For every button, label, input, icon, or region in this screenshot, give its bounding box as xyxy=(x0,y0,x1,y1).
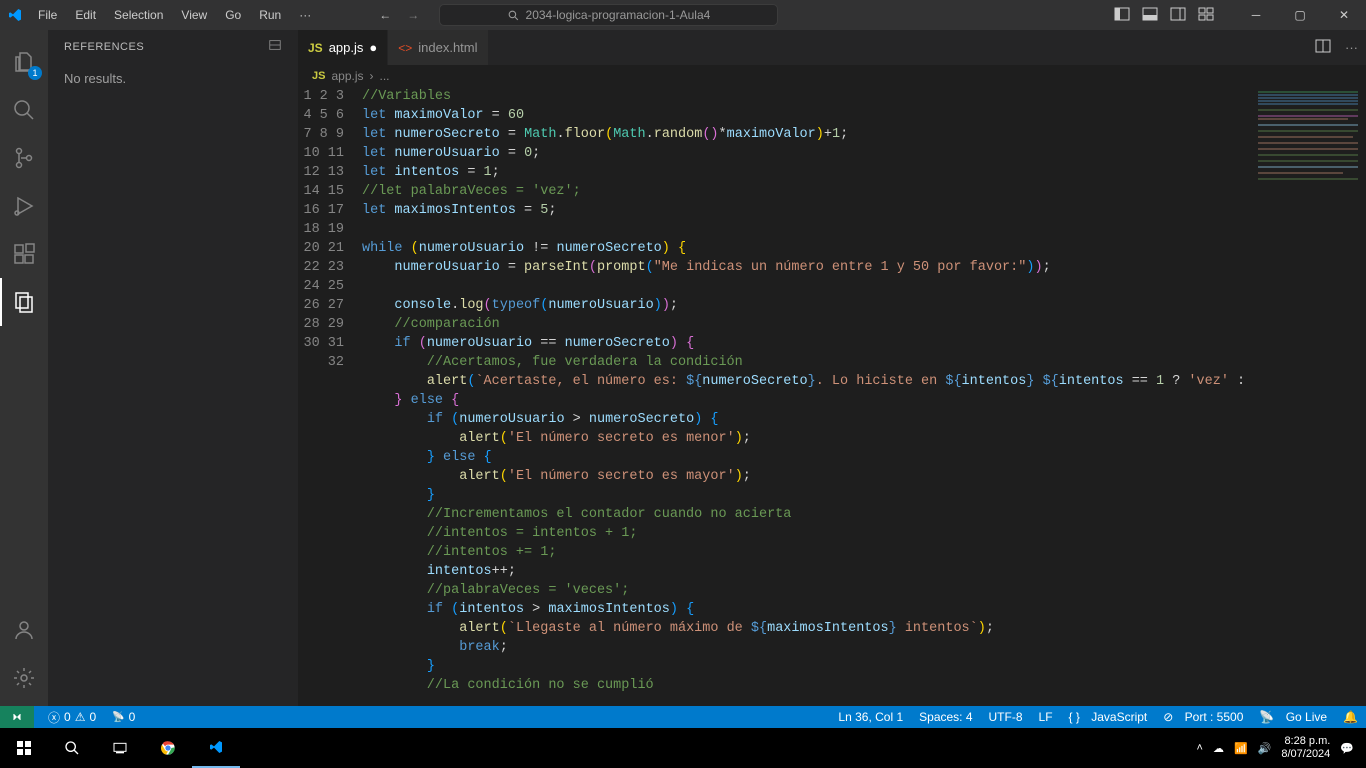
js-file-icon: JS xyxy=(308,41,323,55)
titlebar: File Edit Selection View Go Run ··· ← → … xyxy=(0,0,1366,30)
sidebar-body: No results. xyxy=(48,63,298,94)
broadcast-icon: 📡 xyxy=(1259,710,1274,724)
broadcast-icon: ⊘ xyxy=(1163,710,1173,724)
remote-indicator[interactable] xyxy=(0,706,34,728)
tray-onedrive-icon[interactable]: ☁ xyxy=(1213,742,1224,755)
maximize-button[interactable]: ▢ xyxy=(1278,0,1322,30)
more-actions-icon[interactable]: ··· xyxy=(1345,40,1358,55)
windows-taskbar: ˄ ☁ 📶 🔊 8:28 p.m. 8/07/2024 💬 xyxy=(0,728,1366,768)
chrome-icon[interactable] xyxy=(144,728,192,768)
tab-label: app.js xyxy=(329,40,364,55)
warning-icon: ⚠ xyxy=(75,710,86,724)
menu-overflow-icon[interactable]: ··· xyxy=(291,4,319,26)
tray-chevron-icon[interactable]: ˄ xyxy=(1197,742,1203,754)
sidebar-panel: REFERENCES No results. xyxy=(48,30,298,706)
menu-go[interactable]: Go xyxy=(217,4,249,26)
editor-tabs: JS app.js ● <> index.html ··· xyxy=(298,30,1366,65)
settings-icon[interactable] xyxy=(0,654,48,702)
code-editor[interactable]: //Variables let maximoValor = 60 let num… xyxy=(362,87,1246,706)
eol[interactable]: LF xyxy=(1031,710,1061,724)
activity-bar: 1 xyxy=(0,30,48,706)
start-button[interactable] xyxy=(0,728,48,768)
nav-back-icon[interactable]: ← xyxy=(379,8,391,22)
references-icon[interactable] xyxy=(0,278,48,326)
radio-icon: 📡 xyxy=(112,712,124,723)
collapse-icon[interactable] xyxy=(268,38,282,55)
breadcrumb-file: app.js xyxy=(331,69,363,83)
breadcrumb[interactable]: JS app.js › ... xyxy=(298,65,1366,87)
breadcrumb-more: ... xyxy=(380,69,390,83)
task-view-icon[interactable] xyxy=(96,728,144,768)
menu-selection[interactable]: Selection xyxy=(106,4,171,26)
unsaved-indicator-icon: ● xyxy=(369,40,377,55)
main-menu: File Edit Selection View Go Run ··· xyxy=(30,4,319,26)
split-editor-icon[interactable] xyxy=(1315,38,1331,57)
explorer-icon[interactable]: 1 xyxy=(0,38,48,86)
search-icon[interactable] xyxy=(0,86,48,134)
search-text: 2034-logica-programacion-1-Aula4 xyxy=(526,8,711,22)
minimap[interactable] xyxy=(1246,87,1366,706)
layout-controls xyxy=(1114,6,1214,25)
command-center[interactable]: 2034-logica-programacion-1-Aula4 xyxy=(439,4,777,26)
tray-clock[interactable]: 8:28 p.m. 8/07/2024 xyxy=(1281,735,1330,761)
statusbar: ⓧ0 ⚠0 📡0 Ln 36, Col 1 Spaces: 4 UTF-8 LF… xyxy=(0,706,1366,728)
tab-app-js[interactable]: JS app.js ● xyxy=(298,30,388,65)
toggle-panel-icon[interactable] xyxy=(1142,6,1158,25)
go-live[interactable]: 📡 Go Live xyxy=(1251,710,1335,724)
editor-tab-actions: ··· xyxy=(1315,30,1358,65)
tray-volume-icon[interactable]: 🔊 xyxy=(1258,742,1272,755)
customize-layout-icon[interactable] xyxy=(1198,6,1214,25)
cursor-position[interactable]: Ln 36, Col 1 xyxy=(830,710,911,724)
explorer-badge: 1 xyxy=(28,66,42,80)
window-controls: ─ ▢ ✕ xyxy=(1234,0,1366,30)
taskbar-search-icon[interactable] xyxy=(48,728,96,768)
breadcrumb-file-icon: JS xyxy=(312,70,325,82)
nav-forward-icon[interactable]: → xyxy=(407,8,419,22)
menu-edit[interactable]: Edit xyxy=(67,4,104,26)
language-mode[interactable]: { } JavaScript xyxy=(1061,710,1156,724)
vscode-taskbar-icon[interactable] xyxy=(192,728,240,768)
tab-label: index.html xyxy=(418,40,477,55)
menu-run[interactable]: Run xyxy=(251,4,289,26)
line-gutter: 1 2 3 4 5 6 7 8 9 10 11 12 13 14 15 16 1… xyxy=(298,87,362,706)
nav-arrows: ← → xyxy=(379,8,419,22)
html-file-icon: <> xyxy=(398,41,412,55)
breadcrumb-sep: › xyxy=(370,69,374,83)
problems-indicator[interactable]: ⓧ0 ⚠0 xyxy=(40,709,104,726)
live-server-port[interactable]: ⊘ Port : 5500 xyxy=(1155,710,1251,724)
radio-indicator[interactable]: 📡0 xyxy=(104,710,143,724)
run-debug-icon[interactable] xyxy=(0,182,48,230)
close-button[interactable]: ✕ xyxy=(1322,0,1366,30)
braces-icon: { } xyxy=(1069,710,1080,724)
indentation[interactable]: Spaces: 4 xyxy=(911,710,980,724)
source-control-icon[interactable] xyxy=(0,134,48,182)
notifications-icon[interactable]: 🔔 xyxy=(1335,710,1366,724)
toggle-primary-sidebar-icon[interactable] xyxy=(1114,6,1130,25)
minimize-button[interactable]: ─ xyxy=(1234,0,1278,30)
menu-view[interactable]: View xyxy=(173,4,215,26)
extensions-icon[interactable] xyxy=(0,230,48,278)
vscode-logo-icon xyxy=(0,7,30,23)
tab-index-html[interactable]: <> index.html xyxy=(388,30,488,65)
tray-notifications-icon[interactable]: 💬 xyxy=(1340,742,1354,755)
account-icon[interactable] xyxy=(0,606,48,654)
error-icon: ⓧ xyxy=(48,709,60,726)
toggle-secondary-sidebar-icon[interactable] xyxy=(1170,6,1186,25)
encoding[interactable]: UTF-8 xyxy=(981,710,1031,724)
menu-file[interactable]: File xyxy=(30,4,65,26)
system-tray: ˄ ☁ 📶 🔊 8:28 p.m. 8/07/2024 💬 xyxy=(1197,735,1366,761)
editor-area: JS app.js ● <> index.html ··· JS app.js … xyxy=(298,30,1366,706)
tray-wifi-icon[interactable]: 📶 xyxy=(1234,742,1248,755)
sidebar-header: REFERENCES xyxy=(48,30,298,63)
sidebar-title: REFERENCES xyxy=(64,41,144,53)
